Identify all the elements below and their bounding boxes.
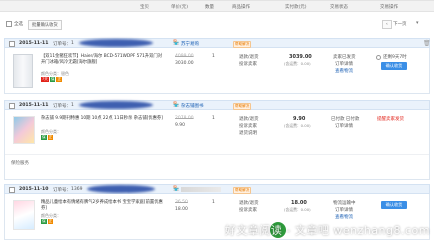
complain-link[interactable]: 投诉卖家 — [239, 207, 257, 213]
shop-icon: 🏪 — [173, 102, 180, 108]
product-title[interactable]: 【双11金猪狂欢节】Haier/海尔 BCD-571WDPF 571升双门对开门… — [41, 54, 163, 66]
refund-link[interactable]: 退款/退货 — [239, 54, 259, 60]
return-info-link[interactable]: 退货说明 — [239, 130, 257, 136]
col-ops: 商品操作 — [232, 5, 250, 10]
refund-link[interactable]: 退款/退货 — [239, 200, 259, 206]
countdown: 还剩9天7时 — [383, 55, 407, 60]
redacted-order-no — [79, 101, 153, 109]
product-title[interactable]: 杂志铺 9.9期刊特惠 10期 10点 22点 11日秒杀 杂志铺[优惠券] — [41, 116, 163, 122]
quantity: 1 — [212, 116, 215, 121]
fridge-thumbnail[interactable] — [13, 54, 33, 88]
badge-icon: 7天 — [41, 77, 49, 82]
badge-icon: 保 — [41, 219, 47, 224]
insurance-label: 保险服务 — [11, 161, 29, 166]
shop-icon: 🏪 — [173, 186, 180, 192]
shop-name[interactable] — [181, 187, 221, 192]
order-body: 杂志铺 9.9期刊特惠 10期 10点 22点 11日秒杀 杂志铺[优惠券] 颜… — [4, 110, 430, 180]
quantity: 1 — [212, 54, 215, 59]
prev-page-button[interactable]: ‹ — [382, 20, 392, 29]
order-no: 1369 — [71, 187, 83, 192]
complain-link[interactable]: 投诉卖家 — [239, 123, 257, 129]
shop-name[interactable]: 杂志铺图书 — [181, 103, 204, 109]
badge-icon: 正 — [47, 219, 54, 224]
redacted-order-no — [87, 185, 155, 193]
original-price: 2078.00 — [175, 116, 194, 121]
service-badges: 保正 — [41, 135, 54, 140]
shipping-note: (含运费：0.00) — [284, 61, 311, 66]
paid-amount: 3039.00 — [289, 54, 312, 60]
order-no: 1 — [71, 41, 74, 46]
order-header: 2015-11-11 订单号： 1 🏪 杂志铺图书 帮助解决 — [4, 100, 430, 110]
help-badge[interactable]: 帮助解决 — [233, 103, 252, 110]
col-price: 单价(元) — [171, 5, 189, 10]
remind-ship-link[interactable]: 提醒卖家发货 — [377, 116, 404, 122]
status-text: 已付款 已付款 — [331, 117, 360, 122]
col-actions: 交易操作 — [380, 5, 398, 10]
shipping-note: (含运费：0.00) — [284, 123, 311, 128]
service-badges: 保正 — [41, 219, 54, 224]
badge-icon: 正 — [56, 77, 63, 82]
redacted-order-no — [79, 39, 153, 47]
badge-icon: 保 — [49, 77, 56, 82]
order-no: 1 — [71, 103, 74, 108]
shop-name[interactable]: 苏宁易购 — [181, 41, 199, 47]
refund-link[interactable]: 退款/退货 — [239, 116, 259, 122]
order-no-label: 订单号： — [53, 104, 71, 109]
order-detail-link[interactable]: 订单详情 — [335, 61, 353, 67]
view-logistics-link[interactable]: 查看物流 — [335, 214, 353, 220]
confirm-receipt-button[interactable]: 确认收货 — [381, 201, 407, 209]
badge-icon: 正 — [47, 135, 54, 140]
status-text: 物流运输中 — [333, 201, 356, 206]
chevron-down-icon[interactable]: ▾ — [416, 20, 419, 26]
order-header: 2015-11-10 订单号： 1369 🏪 帮助解决 — [4, 184, 430, 194]
col-paid: 实付款(元) — [285, 5, 307, 10]
toolbar: 全选 批量确认收货 ‹ 下一页 ▾ — [0, 18, 434, 30]
paid-amount: 18.00 — [291, 200, 307, 206]
original-price: 4099.00 — [175, 54, 194, 59]
book-thumbnail[interactable] — [13, 200, 35, 230]
col-status: 交易状态 — [330, 5, 348, 10]
select-all-label: 全选 — [14, 22, 23, 27]
original-price: 36.50 — [175, 200, 188, 205]
order-date: 2015-11-11 — [19, 103, 49, 108]
badge-icon: 保 — [41, 135, 47, 140]
product-title[interactable]: 精品儿童绘本有情绪有脾气2岁养成绘本书 宝宝学家庭[前置优惠券] — [41, 200, 163, 212]
unit-price: 9.90 — [175, 123, 186, 128]
table-header: 宝贝 单价(元) 数量 商品操作 实付款(元) 交易状态 交易操作 — [0, 0, 434, 12]
order-no-label: 订单号： — [53, 188, 71, 193]
order-detail-link[interactable]: 订单详情 — [335, 123, 353, 129]
clock-icon — [376, 55, 381, 60]
col-item: 宝贝 — [140, 5, 149, 10]
divider — [5, 154, 429, 155]
batch-confirm-button[interactable]: 批量确认收货 — [28, 20, 62, 30]
order-header: 2015-11-11 订单号： 1 🏪 苏宁易购 帮助解决 🗑 — [4, 38, 431, 48]
order-checkbox[interactable] — [9, 41, 15, 47]
help-badge[interactable]: 帮助解决 — [233, 41, 252, 48]
complain-link[interactable]: 投诉卖家 — [239, 61, 257, 67]
view-logistics-link[interactable]: 查看物流 — [335, 68, 353, 74]
select-all-checkbox[interactable] — [6, 21, 12, 27]
quantity: 1 — [212, 200, 215, 205]
status-text: 卖家已发货 — [333, 55, 356, 60]
help-badge[interactable]: 帮助解决 — [233, 187, 252, 194]
order-body: 【双11金猪狂欢节】Haier/海尔 BCD-571WDPF 571升双门对开门… — [4, 48, 430, 94]
magazine-thumbnail[interactable] — [13, 116, 35, 144]
watermark: 好文章阅读 - 文章吧 wenzhang8.com — [224, 224, 430, 237]
unit-price: 3030.00 — [175, 61, 194, 66]
next-page-link[interactable]: 下一页 — [393, 21, 407, 27]
service-badges: 7天保正 — [41, 77, 63, 82]
order-date: 2015-11-11 — [19, 41, 49, 46]
delete-icon[interactable]: 🗑 — [423, 40, 431, 47]
shop-icon: 🏪 — [173, 40, 180, 46]
order-date: 2015-11-10 — [19, 187, 49, 192]
confirm-receipt-button[interactable]: 确认收货 — [381, 62, 407, 70]
order-checkbox[interactable] — [9, 103, 15, 109]
order-detail-link[interactable]: 订单详情 — [335, 207, 353, 213]
col-qty: 数量 — [205, 5, 214, 10]
order-checkbox[interactable] — [9, 187, 15, 193]
shipping-note: (含运费：0.00) — [284, 207, 311, 212]
unit-price: 18.00 — [175, 207, 188, 212]
paid-amount: 9.90 — [293, 116, 306, 122]
order-no-label: 订单号： — [53, 42, 71, 47]
